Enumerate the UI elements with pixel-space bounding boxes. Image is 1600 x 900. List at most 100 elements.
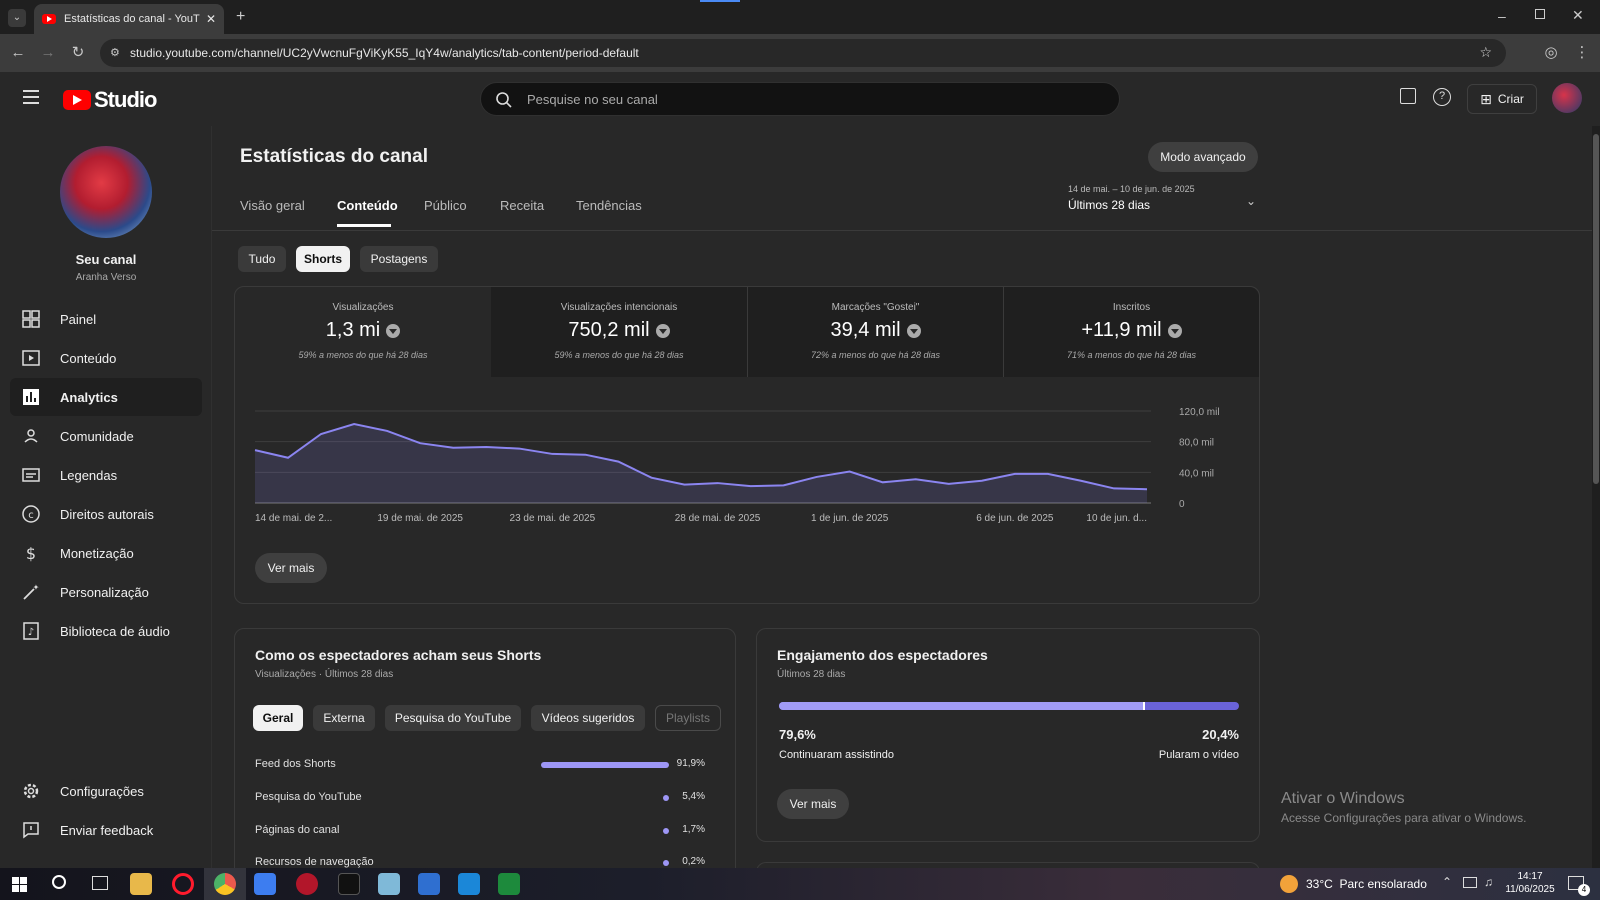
tab-publico[interactable]: Público — [424, 198, 467, 213]
chart-point[interactable] — [715, 480, 721, 486]
url-field[interactable]: ⚙ studio.youtube.com/channel/UC2yVwcnuFg… — [100, 39, 1506, 67]
chart-point[interactable] — [1012, 471, 1018, 477]
metric-subscribers[interactable]: Inscritos +11,9 mil 71% a menos do que h… — [1003, 287, 1259, 377]
browser-tab[interactable]: Estatísticas do canal - YouTube ✕ — [34, 4, 224, 34]
tab-conteudo[interactable]: Conteúdo — [337, 198, 398, 213]
sidebar-item-configuracoes[interactable]: Configurações — [10, 772, 202, 810]
chart-point[interactable] — [351, 421, 357, 427]
sidebar-item-personalizacao[interactable]: ✦ Personalização — [10, 573, 202, 611]
notes-app-icon[interactable] — [378, 873, 400, 895]
scrollbar-thumb[interactable] — [1593, 134, 1599, 484]
chart-point[interactable] — [615, 459, 621, 465]
engagement-more-button[interactable]: Ver mais — [777, 789, 849, 819]
file-explorer-icon[interactable] — [130, 873, 152, 895]
site-info-icon[interactable]: ⚙ — [110, 46, 120, 59]
chart-point[interactable] — [483, 444, 489, 450]
vegas-icon[interactable] — [254, 873, 276, 895]
metric-likes[interactable]: Marcações "Gostei" 39,4 mil 72% a menos … — [747, 287, 1003, 377]
tab-receita[interactable]: Receita — [500, 198, 544, 213]
chart-point[interactable] — [880, 479, 886, 485]
messages-icon[interactable] — [1400, 88, 1416, 104]
create-button[interactable]: ⊞ Criar — [1467, 84, 1537, 114]
audio-app-icon[interactable] — [338, 873, 360, 895]
hamburger-menu-icon[interactable] — [23, 90, 39, 104]
tray-chevron-icon[interactable]: ⌃ — [1442, 875, 1452, 889]
menu-kebab-icon[interactable]: ⋮ — [1572, 43, 1592, 63]
sidebar-item-conteudo[interactable]: Conteúdo — [10, 339, 202, 377]
sidebar-item-comunidade[interactable]: Comunidade — [10, 417, 202, 455]
sidebar-item-direitos-autorais[interactable]: c Direitos autorais — [10, 495, 202, 533]
network-icon[interactable] — [1463, 877, 1477, 888]
sidebar-item-analytics[interactable]: Analytics — [10, 378, 202, 416]
weather-icon[interactable] — [1280, 875, 1298, 893]
volume-icon[interactable]: ♫ — [1484, 875, 1493, 889]
tab-visao-geral[interactable]: Visão geral — [240, 198, 305, 213]
close-tab-icon[interactable]: ✕ — [206, 12, 216, 26]
channel-avatar[interactable] — [60, 146, 152, 238]
channel-search-input[interactable]: Pesquise no seu canal — [480, 82, 1120, 116]
weather-text[interactable]: 33°C Parc ensolarado — [1306, 877, 1427, 891]
back-icon[interactable]: ← — [8, 43, 28, 63]
chart-point[interactable] — [681, 482, 687, 488]
chart-point[interactable] — [318, 431, 324, 437]
forward-icon[interactable]: → — [38, 43, 58, 63]
help-icon[interactable]: ? — [1433, 88, 1451, 106]
chart-point[interactable] — [748, 483, 754, 489]
chart-point[interactable] — [913, 476, 919, 482]
filter-shorts[interactable]: Shorts — [296, 246, 350, 272]
chart-point[interactable] — [450, 445, 456, 451]
source-chip-playlists[interactable]: Playlists — [655, 705, 721, 731]
source-chip-pesquisa[interactable]: Pesquisa do YouTube — [385, 705, 521, 731]
sidebar-item-monetizacao[interactable]: $ Monetização — [10, 534, 202, 572]
chart-point[interactable] — [1111, 485, 1117, 491]
chart-point[interactable] — [1144, 486, 1150, 492]
chart-point[interactable] — [582, 452, 588, 458]
chart-point[interactable] — [549, 451, 555, 457]
davinci-icon[interactable] — [296, 873, 318, 895]
views-line-chart[interactable]: 120,0 mil 80,0 mil 40,0 mil 0 14 de mai. de … — [235, 397, 1259, 547]
calculator-icon[interactable] — [418, 873, 440, 895]
reload-icon[interactable]: ↻ — [68, 43, 88, 63]
bookmark-star-icon[interactable]: ☆ — [1479, 44, 1492, 61]
chart-point[interactable] — [285, 455, 291, 461]
scrollbar[interactable] — [1592, 126, 1600, 868]
tab-tendencias[interactable]: Tendências — [576, 198, 642, 213]
new-tab-icon[interactable]: + — [236, 8, 245, 26]
chart-point[interactable] — [252, 447, 258, 453]
filter-postagens[interactable]: Postagens — [360, 246, 438, 272]
date-range-picker[interactable]: 14 de mai. – 10 de jun. de 2025 Últimos … — [1068, 184, 1258, 214]
chart-point[interactable] — [847, 469, 853, 475]
sidebar-item-enviar-feedback[interactable]: Enviar feedback — [10, 811, 202, 849]
chart-point[interactable] — [1078, 478, 1084, 484]
chart-point[interactable] — [417, 440, 423, 446]
search-taskbar-icon[interactable] — [52, 875, 66, 889]
spreadsheet-icon[interactable] — [498, 873, 520, 895]
metric-views[interactable]: Visualizações 1,3 mi 59% a menos do que … — [235, 287, 491, 377]
profile-icon[interactable]: ◎ — [1541, 43, 1561, 63]
sidebar-item-legendas[interactable]: Legendas — [10, 456, 202, 494]
source-chip-sugeridos[interactable]: Vídeos sugeridos — [531, 705, 645, 731]
chart-point[interactable] — [516, 446, 522, 452]
chart-point[interactable] — [781, 482, 787, 488]
chart-more-button[interactable]: Ver mais — [255, 553, 327, 583]
clock[interactable]: 14:17 11/06/2025 — [1502, 871, 1558, 895]
close-window-icon[interactable]: ✕ — [1572, 7, 1584, 24]
source-chip-externa[interactable]: Externa — [313, 705, 375, 731]
windows-start-icon[interactable] — [12, 877, 27, 892]
account-avatar[interactable] — [1552, 83, 1582, 113]
chart-point[interactable] — [384, 428, 390, 434]
chart-point[interactable] — [814, 474, 820, 480]
task-view-icon[interactable] — [92, 876, 108, 890]
photos-app-icon[interactable] — [458, 873, 480, 895]
tab-list-icon[interactable]: ⌄ — [8, 9, 26, 27]
chart-point[interactable] — [946, 481, 952, 487]
advanced-mode-button[interactable]: Modo avançado — [1148, 142, 1258, 172]
minimize-icon[interactable]: – — [1498, 8, 1506, 24]
metric-engaged-views[interactable]: Visualizações intencionais 750,2 mil 59%… — [491, 287, 747, 377]
restore-icon[interactable] — [1535, 9, 1545, 19]
sidebar-item-painel[interactable]: Painel — [10, 300, 202, 338]
studio-logo[interactable]: Studio — [63, 87, 157, 113]
sidebar-item-biblioteca-audio[interactable]: ♪ Biblioteca de áudio — [10, 612, 202, 650]
chart-point[interactable] — [1045, 471, 1051, 477]
filter-tudo[interactable]: Tudo — [238, 246, 286, 272]
